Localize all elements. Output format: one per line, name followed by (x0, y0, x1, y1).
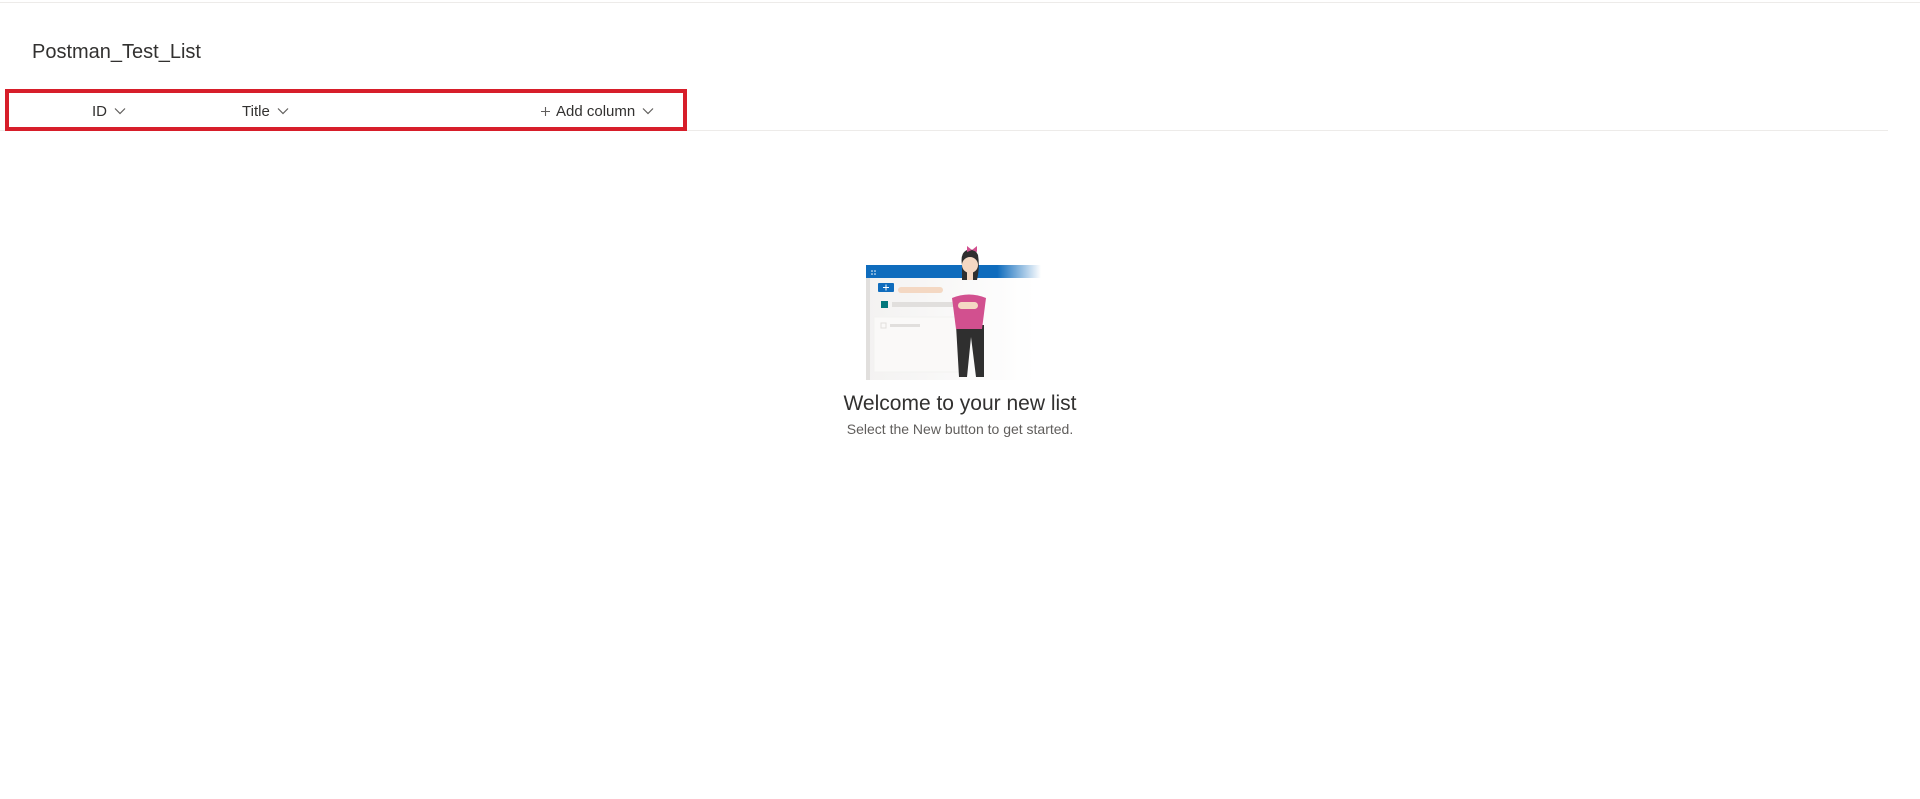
chevron-down-icon (277, 108, 289, 115)
column-header-id[interactable]: ID (92, 101, 127, 121)
column-header-title[interactable]: Title (242, 101, 290, 121)
plus-icon (541, 106, 550, 116)
empty-list-illustration (866, 246, 1041, 380)
empty-state-subtitle: Select the New button to get started. (846, 421, 1074, 437)
list-title: Postman_Test_List (32, 41, 201, 63)
chevron-down-icon (642, 108, 654, 115)
chevron-down-icon (114, 108, 126, 115)
top-divider (0, 2, 1920, 3)
column-header-title-label: Title (242, 102, 270, 120)
add-column-label: Add column (556, 102, 636, 120)
empty-state-title: Welcome to your new list (843, 392, 1077, 415)
column-header-id-label: ID (92, 102, 107, 120)
add-column-button[interactable]: Add column (540, 101, 655, 121)
